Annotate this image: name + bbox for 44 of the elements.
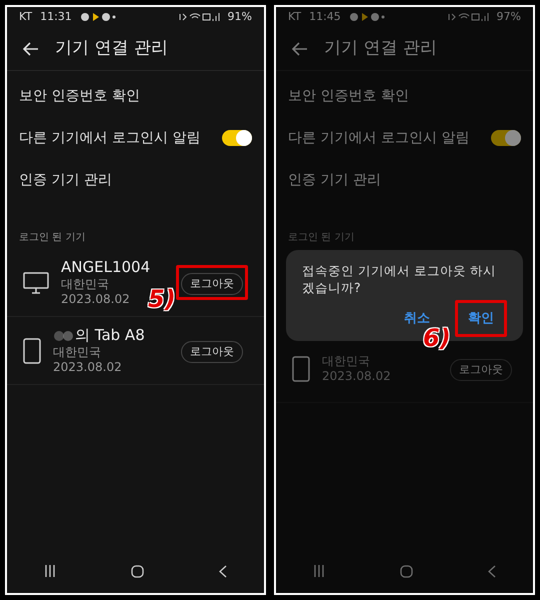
device-name: 의 Tab A8	[75, 326, 145, 345]
settings-item[interactable]: 다른 기기에서 로그인시 알림	[7, 117, 264, 159]
back-arrow-icon[interactable]	[23, 42, 39, 56]
section-label: 로그인 된 기기	[287, 231, 356, 245]
section-label: 로그인 된 기기	[18, 231, 86, 245]
battery-text: 91%	[228, 8, 252, 25]
home-icon[interactable]	[130, 564, 144, 578]
device-date: 2023.08.02	[53, 360, 123, 375]
carrier-text: KT	[19, 8, 32, 25]
clock-text: 11:31	[40, 8, 72, 25]
screen-title: 기기 연결 관리	[324, 36, 437, 60]
carrier-text: KT	[288, 8, 302, 25]
tablet-icon	[23, 338, 41, 364]
recent-apps-icon[interactable]	[44, 565, 56, 577]
tablet-icon	[292, 356, 310, 382]
toggle-switch[interactable]	[222, 130, 252, 146]
settings-item[interactable]: 인증 기기 관리	[7, 159, 264, 201]
step-annotation: 5)	[147, 286, 177, 311]
notification-icons	[348, 12, 385, 22]
battery-text: 97%	[496, 8, 521, 25]
step-annotation: 6)	[423, 326, 452, 350]
logout-button[interactable]: 로그아웃	[181, 340, 243, 364]
settings-item[interactable]: 보안 인증번호 확인	[276, 75, 533, 117]
logout-button[interactable]: 로그아웃	[450, 358, 512, 382]
device-date: 2023.08.02	[322, 368, 391, 384]
device-country: 대한민국	[61, 276, 110, 292]
dialog-button[interactable]: 확인	[460, 306, 502, 332]
notification-icons	[80, 12, 116, 22]
signal-icons	[178, 12, 220, 22]
logout-button[interactable]: 로그아웃	[181, 272, 243, 296]
device-country: 대한민국	[322, 354, 371, 368]
device-date: 2023.08.02	[61, 292, 131, 307]
device-country: 대한민국	[53, 344, 102, 360]
screen-title: 기기 연결 관리	[55, 36, 168, 60]
settings-item[interactable]: 보안 인증번호 확인	[7, 75, 264, 117]
settings-item[interactable]: 인증 기기 관리	[276, 159, 533, 201]
dialog-message: 접속중인 기기에서 로그아웃 하시겠습니까?	[302, 262, 497, 296]
monitor-icon	[23, 272, 49, 294]
device-name: ANGEL1004	[61, 258, 150, 277]
toggle-switch[interactable]	[491, 130, 521, 146]
signal-icons	[446, 12, 489, 22]
clock-text: 11:45	[309, 8, 341, 25]
back-icon[interactable]	[218, 564, 227, 578]
settings-item[interactable]: 다른 기기에서 로그인시 알림	[276, 117, 533, 159]
